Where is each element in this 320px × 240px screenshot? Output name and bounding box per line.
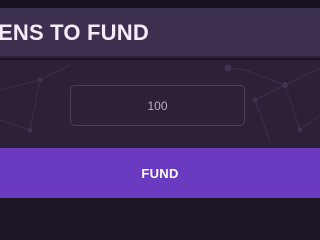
top-edge-strip [0,0,320,8]
section-title: ENS TO FUND [0,20,149,45]
fund-amount-input[interactable] [70,85,245,126]
amount-panel [0,60,320,148]
footer-strip [0,198,320,214]
section-header: ENS TO FUND [0,8,320,58]
fund-button[interactable]: FUND [0,148,320,198]
